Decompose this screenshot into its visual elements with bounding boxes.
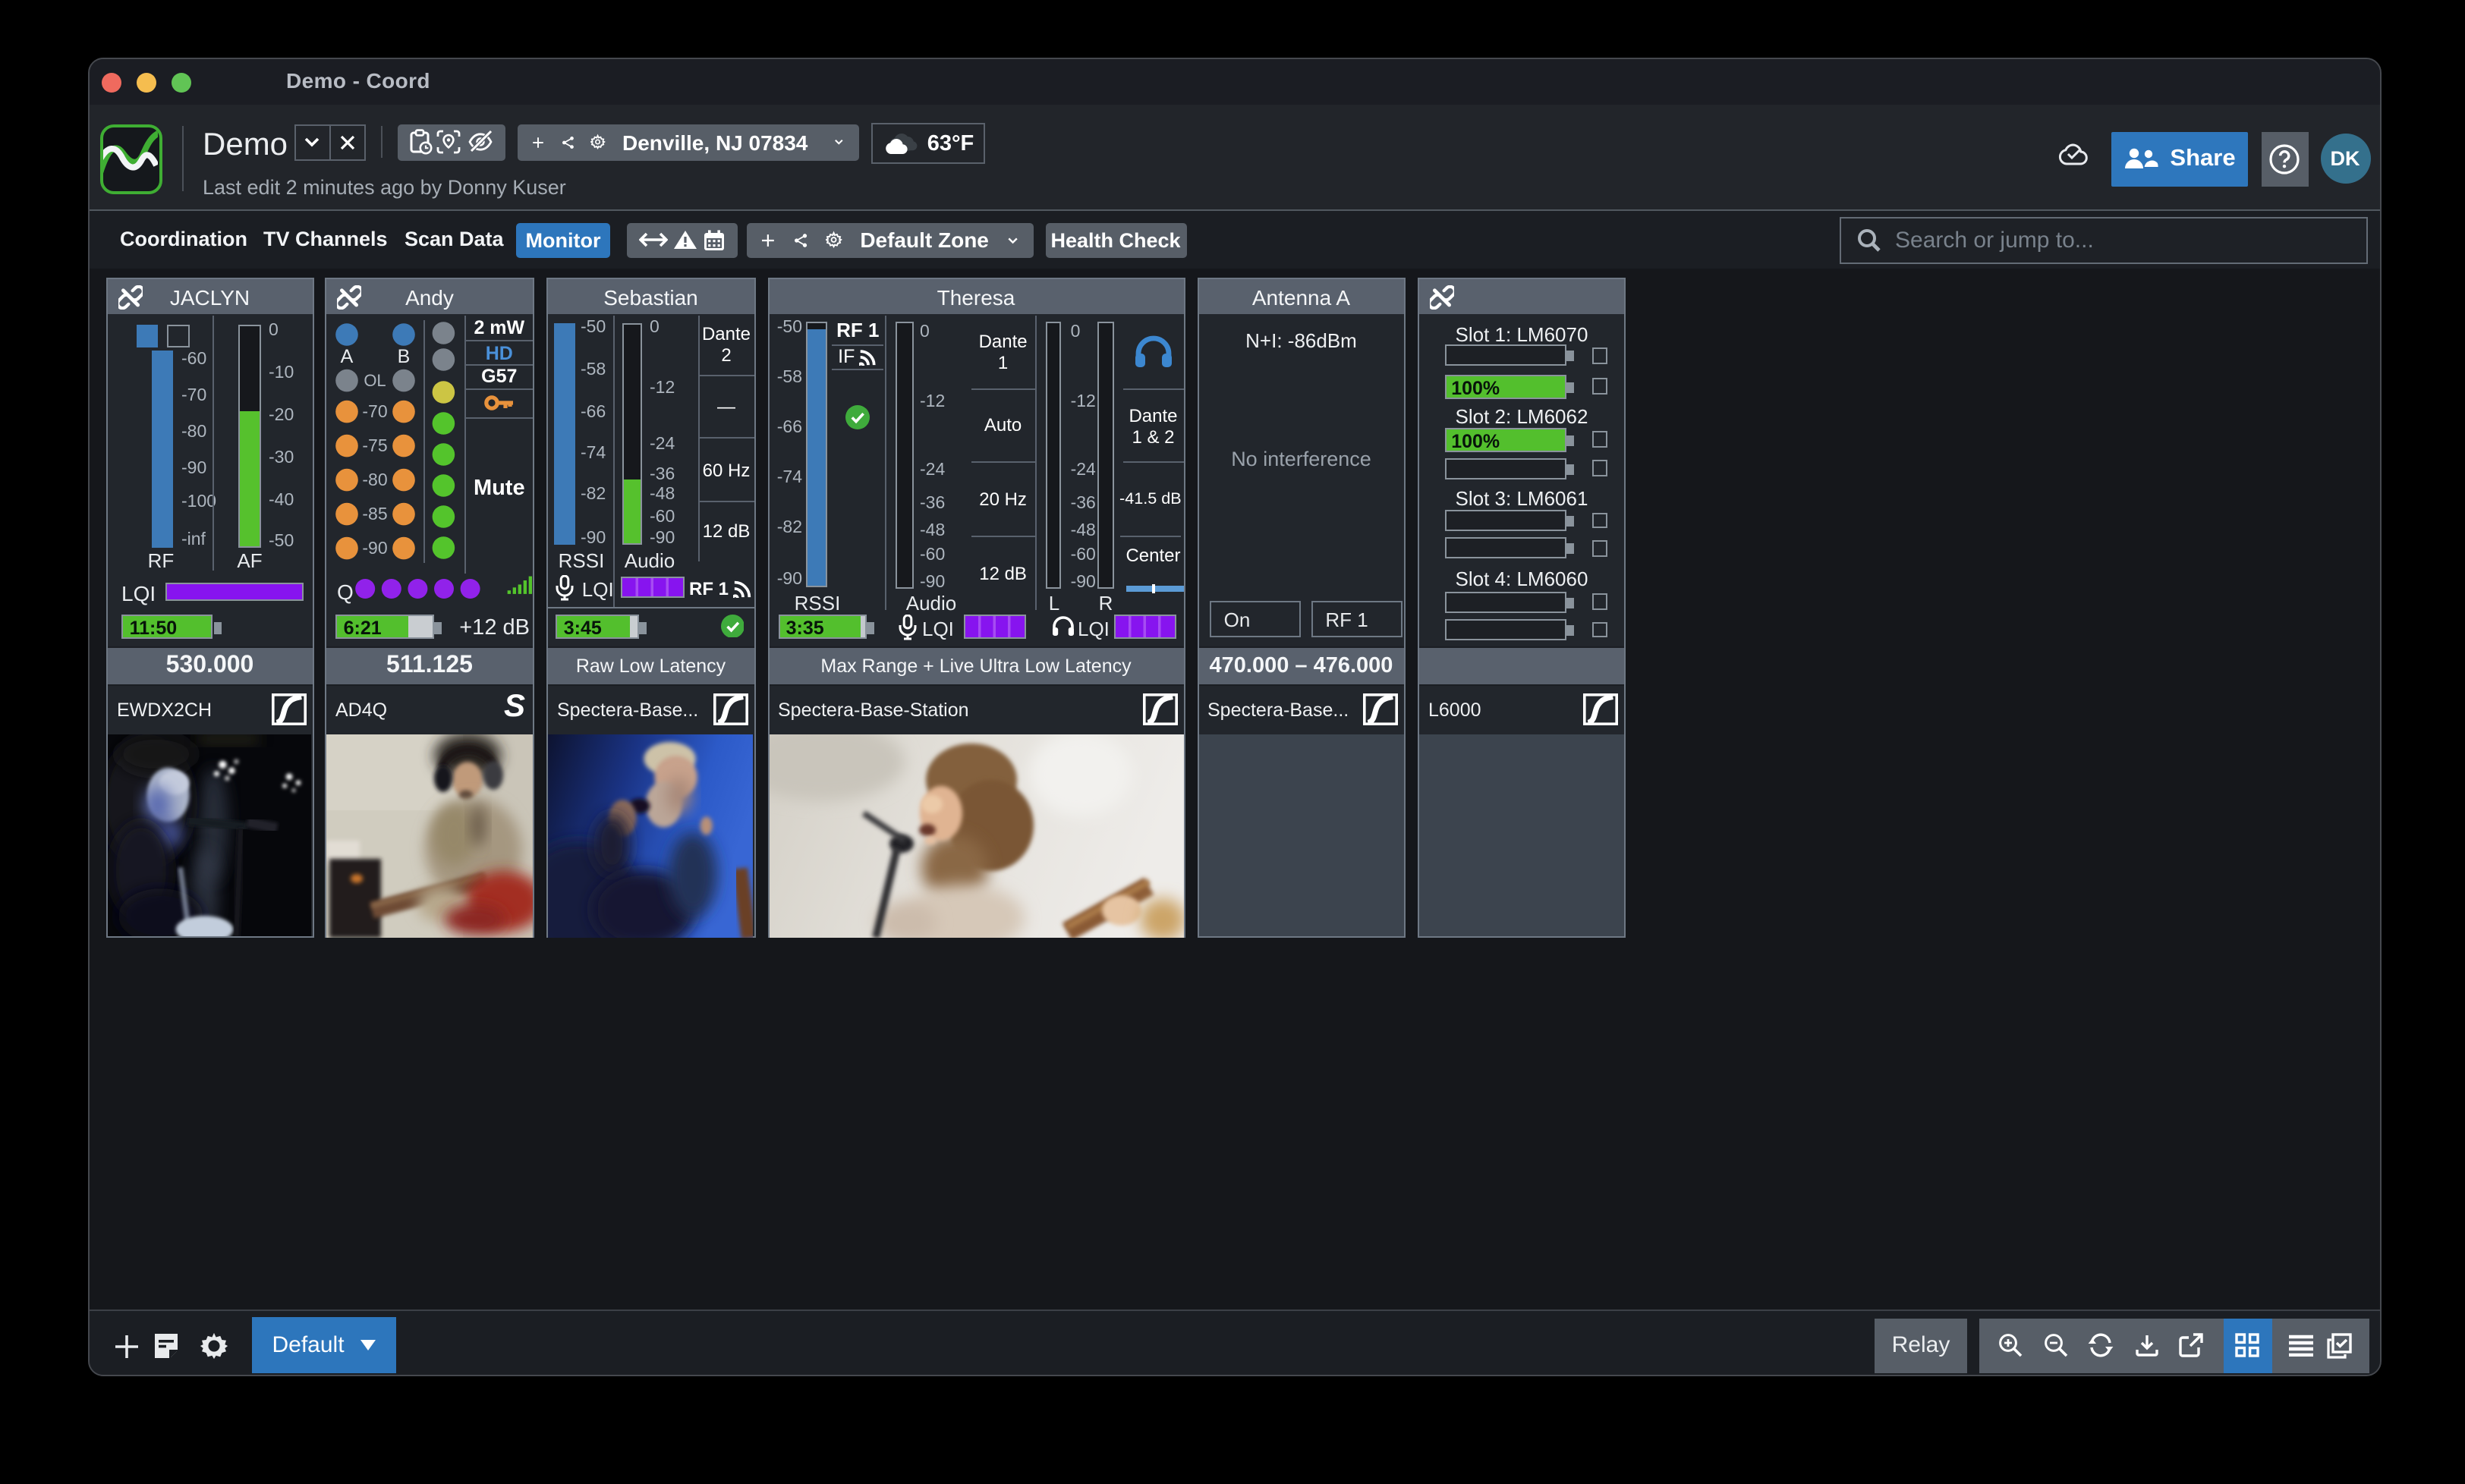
svg-text:-70: -70	[362, 401, 387, 421]
svg-text:A: A	[341, 346, 354, 367]
svg-text:-90: -90	[362, 538, 387, 558]
svg-text:-80: -80	[362, 470, 387, 489]
svg-text:-75: -75	[362, 435, 387, 455]
svg-text:B: B	[398, 346, 411, 367]
svg-text:-85: -85	[362, 504, 387, 523]
svg-text:OL: OL	[364, 371, 386, 390]
